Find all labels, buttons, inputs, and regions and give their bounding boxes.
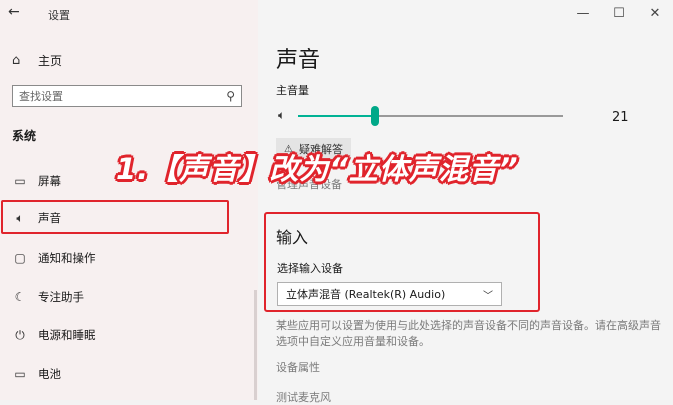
slider-fill — [298, 115, 375, 117]
back-arrow-icon[interactable]: ← — [8, 4, 30, 24]
sidebar-item-label: 电源和睡眠 — [38, 328, 96, 342]
sidebar-item-home[interactable]: ⌂ 主页 — [12, 50, 62, 70]
sidebar-item-label: 主页 — [38, 53, 63, 68]
sidebar-scrollbar[interactable] — [254, 290, 257, 400]
sidebar-item-focus-assist[interactable]: ☾ 专注助手 — [12, 287, 84, 307]
volume-value: 21 — [612, 110, 629, 125]
window-controls: — ☐ ✕ — [565, 0, 673, 28]
power-icon: ⏻ — [15, 327, 25, 342]
sidebar-item-notifications[interactable]: ▢ 通知和操作 — [12, 248, 96, 268]
slider-thumb[interactable] — [370, 106, 379, 126]
minimize-icon[interactable]: — — [565, 0, 601, 26]
battery-icon: ▭ — [14, 367, 26, 381]
title-bar: ← 设置 — [0, 0, 258, 28]
monitor-icon: ▭ — [14, 174, 26, 188]
sound-highlight-box — [1, 200, 229, 234]
notification-icon: ▢ — [14, 251, 26, 265]
search-input[interactable] — [19, 89, 199, 103]
maximize-icon[interactable]: ☐ — [601, 0, 637, 26]
sidebar-item-label: 电池 — [38, 367, 61, 381]
section-heading: 系统 — [12, 129, 37, 143]
chevron-down-icon: ﹀ — [483, 290, 493, 302]
moon-icon: ☾ — [14, 290, 26, 304]
sidebar-item-label: 屏幕 — [38, 174, 61, 188]
input-heading: 输入 — [276, 228, 309, 247]
sidebar-item-power[interactable]: ⏻ 电源和睡眠 — [12, 325, 96, 345]
sidebar: ← 设置 ⌂ 主页 ⚲ 系统 ▭ 屏幕 🔈︎ 声音 ▢ 通知和操作 ☾ 专注助手… — [0, 0, 258, 400]
test-microphone-link[interactable]: 测试麦克风 — [276, 389, 331, 405]
page-title: 声音 — [276, 48, 321, 73]
sidebar-item-label: 专注助手 — [38, 290, 84, 304]
volume-slider[interactable] — [298, 104, 563, 128]
master-volume-label: 主音量 — [276, 84, 309, 97]
input-description: 某些应用可以设置为使用与此处选择的声音设备不同的声音设备。请在高级声音选项中自定… — [276, 319, 661, 348]
sidebar-item-battery[interactable]: ▭ 电池 — [12, 364, 61, 384]
sidebar-item-label: 通知和操作 — [38, 251, 96, 265]
search-icon[interactable]: ⚲ — [226, 89, 235, 103]
annotation-caption: 1.【声音】改为“立体声混音” — [116, 152, 519, 186]
home-icon: ⌂ — [12, 52, 21, 68]
sidebar-item-display[interactable]: ▭ 屏幕 — [12, 171, 61, 191]
speaker-icon[interactable]: 🔈︎ — [278, 108, 285, 123]
input-device-label: 选择输入设备 — [277, 262, 343, 275]
close-icon[interactable]: ✕ — [637, 0, 673, 26]
search-box[interactable]: ⚲ — [12, 85, 242, 107]
input-device-value: 立体声混音 (Realtek(R) Audio) — [286, 288, 446, 301]
input-device-select[interactable]: 立体声混音 (Realtek(R) Audio) ﹀ — [277, 282, 502, 306]
device-properties-link[interactable]: 设备属性 — [276, 359, 320, 375]
app-title: 设置 — [48, 9, 70, 22]
